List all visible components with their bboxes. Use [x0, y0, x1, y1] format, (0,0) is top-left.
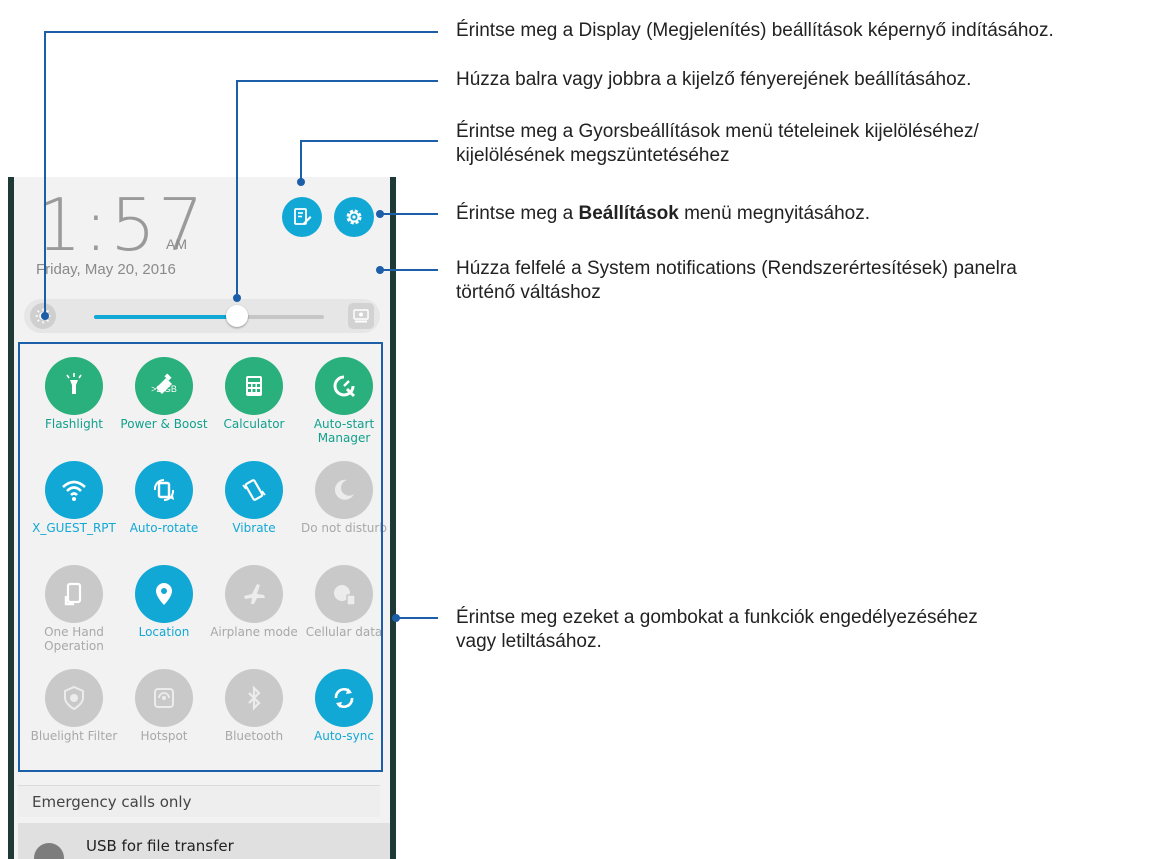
- tile-cellular-data[interactable]: Cellular data: [299, 559, 389, 659]
- tile-do-not-disturb[interactable]: Do not disturb: [299, 455, 389, 555]
- callout-edit-text: Érintse meg a Gyorsbeállítások menü téte…: [456, 120, 979, 168]
- clock-date[interactable]: Friday, May 20, 2016: [36, 261, 176, 278]
- callout-line-brightness: [236, 81, 238, 299]
- callout-display-text: Érintse meg a Display (Megjelenítés) beá…: [456, 20, 1054, 41]
- tile-hotspot[interactable]: Hotspot: [119, 663, 209, 763]
- bluetooth-icon[interactable]: [225, 669, 283, 727]
- tile-bluetooth[interactable]: Bluetooth: [209, 663, 299, 763]
- tile-label: Hotspot: [140, 729, 188, 743]
- calculator-icon[interactable]: [225, 357, 283, 415]
- tile-label: Vibrate: [232, 521, 276, 535]
- usb-notification-title: USB for file transfer: [86, 837, 234, 855]
- tile-auto-rotate[interactable]: Auto-rotate: [119, 455, 209, 555]
- auto-start-icon[interactable]: [315, 357, 373, 415]
- callout-settings-pre: Érintse meg a: [456, 203, 579, 224]
- tile-label: Power & Boost: [120, 417, 208, 431]
- tile-sublabel: >2 GB: [151, 384, 177, 394]
- hotspot-icon[interactable]: [135, 669, 193, 727]
- tile-label: Bluelight Filter: [30, 729, 118, 743]
- callout-settings-bold: Beállítások: [578, 203, 679, 224]
- brightness-bar: [24, 299, 380, 333]
- android-icon: [34, 843, 64, 859]
- callout-line-edit-h: [300, 140, 438, 142]
- callout-line-display-h: [44, 31, 438, 33]
- tile-flashlight[interactable]: Flashlight: [29, 351, 119, 451]
- tile-label: Auto-sync: [314, 729, 374, 743]
- wifi-icon[interactable]: [45, 461, 103, 519]
- tile-one-hand-operation[interactable]: One Hand Operation: [29, 559, 119, 659]
- settings-button[interactable]: [334, 197, 374, 237]
- brightness-slider[interactable]: [94, 315, 324, 319]
- clock-ampm: AM: [166, 236, 187, 252]
- tile-label: Calculator: [223, 417, 285, 431]
- edit-quick-settings-button[interactable]: [282, 197, 322, 237]
- brightness-slider-fill: [94, 315, 237, 319]
- tile-power-boost[interactable]: >2 GB Power & Boost: [119, 351, 209, 451]
- bluelight-icon[interactable]: [45, 669, 103, 727]
- callout-dot-toggles: [392, 614, 400, 622]
- callout-dot-display: [41, 312, 49, 320]
- callout-dot-settings: [376, 210, 384, 218]
- emergency-status: Emergency calls only: [18, 785, 380, 817]
- moon-icon[interactable]: [315, 461, 373, 519]
- notification-shade: 1:57 AM Friday, May 20, 2016 Flashlight …: [14, 177, 390, 859]
- callout-line-display: [44, 32, 46, 318]
- tile-label: Location: [138, 625, 190, 639]
- gear-icon: [346, 209, 362, 225]
- tile-bluelight-filter[interactable]: Bluelight Filter: [29, 663, 119, 763]
- tile-label: Airplane mode: [210, 625, 298, 639]
- quick-settings-grid: Flashlight >2 GB Power & Boost Calculator Au…: [15, 341, 389, 761]
- usb-notification[interactable]: USB for file transfer: [18, 823, 390, 859]
- callout-line-edit: [300, 141, 302, 181]
- tile-x-guest-rpt[interactable]: X_GUEST_RPT: [29, 455, 119, 555]
- location-icon[interactable]: [135, 565, 193, 623]
- tile-auto-start-manager[interactable]: Auto-start Manager: [299, 351, 389, 451]
- sync-icon[interactable]: [315, 669, 373, 727]
- callout-edit-line2: kijelölésének megszüntetéséhez: [456, 145, 730, 166]
- callout-toggles-text: Érintse meg ezeket a gombokat a funkciók…: [456, 606, 978, 654]
- brightness-slider-thumb[interactable]: [225, 305, 248, 327]
- callout-edit-line1: Érintse meg a Gyorsbeállítások menü téte…: [456, 121, 979, 142]
- tile-label: Auto-start Manager: [313, 417, 375, 445]
- callout-brightness-text: Húzza balra vagy jobbra a kijelző fényer…: [456, 69, 972, 90]
- cellular-data-icon[interactable]: [315, 565, 373, 623]
- tile-label: Auto-rotate: [129, 521, 199, 535]
- tile-label: X_GUEST_RPT: [32, 521, 116, 535]
- tile-label: Flashlight: [44, 417, 104, 431]
- edit-list-icon: [294, 208, 312, 225]
- tile-label: Do not disturb: [301, 521, 387, 535]
- callout-swipe-text: Húzza felfelé a System notifications (Re…: [456, 257, 1017, 305]
- tile-calculator[interactable]: Calculator: [209, 351, 299, 451]
- tile-location[interactable]: Location: [119, 559, 209, 659]
- phone-quick-settings-panel: 1:57 AM Friday, May 20, 2016 Flashlight …: [8, 177, 396, 859]
- callout-line-swipe: [380, 269, 438, 271]
- boost-icon[interactable]: >2 GB: [135, 357, 193, 415]
- tile-label: Cellular data: [305, 625, 383, 639]
- callout-toggles-line2: vagy letiltásához.: [456, 631, 602, 652]
- callout-dot-swipe: [376, 266, 384, 274]
- tile-label: One Hand Operation: [44, 625, 104, 653]
- vibrate-icon[interactable]: [225, 461, 283, 519]
- rotate-icon[interactable]: [135, 461, 193, 519]
- callout-toggles-line1: Érintse meg ezeket a gombokat a funkciók…: [456, 607, 978, 628]
- callout-dot-edit: [297, 178, 305, 186]
- callout-line-brightness-h: [236, 80, 438, 82]
- tile-label: Bluetooth: [224, 729, 284, 743]
- callout-settings-text: Érintse meg a Beállítások menü megnyitás…: [456, 202, 870, 226]
- tile-auto-sync[interactable]: Auto-sync: [299, 663, 389, 763]
- flashlight-icon[interactable]: [45, 357, 103, 415]
- callout-swipe-line2: történő váltáshoz: [456, 282, 601, 303]
- airplane-icon[interactable]: [225, 565, 283, 623]
- tile-airplane-mode[interactable]: Airplane mode: [209, 559, 299, 659]
- callout-line-settings: [378, 213, 438, 215]
- one-hand-icon[interactable]: [45, 565, 103, 623]
- callout-line-toggles: [396, 617, 438, 619]
- tile-vibrate[interactable]: Vibrate: [209, 455, 299, 555]
- callout-settings-post: menü megnyitásához.: [678, 203, 870, 224]
- callout-swipe-line1: Húzza felfelé a System notifications (Re…: [456, 258, 1017, 279]
- callout-dot-brightness: [233, 294, 241, 302]
- auto-brightness-icon[interactable]: [348, 303, 374, 329]
